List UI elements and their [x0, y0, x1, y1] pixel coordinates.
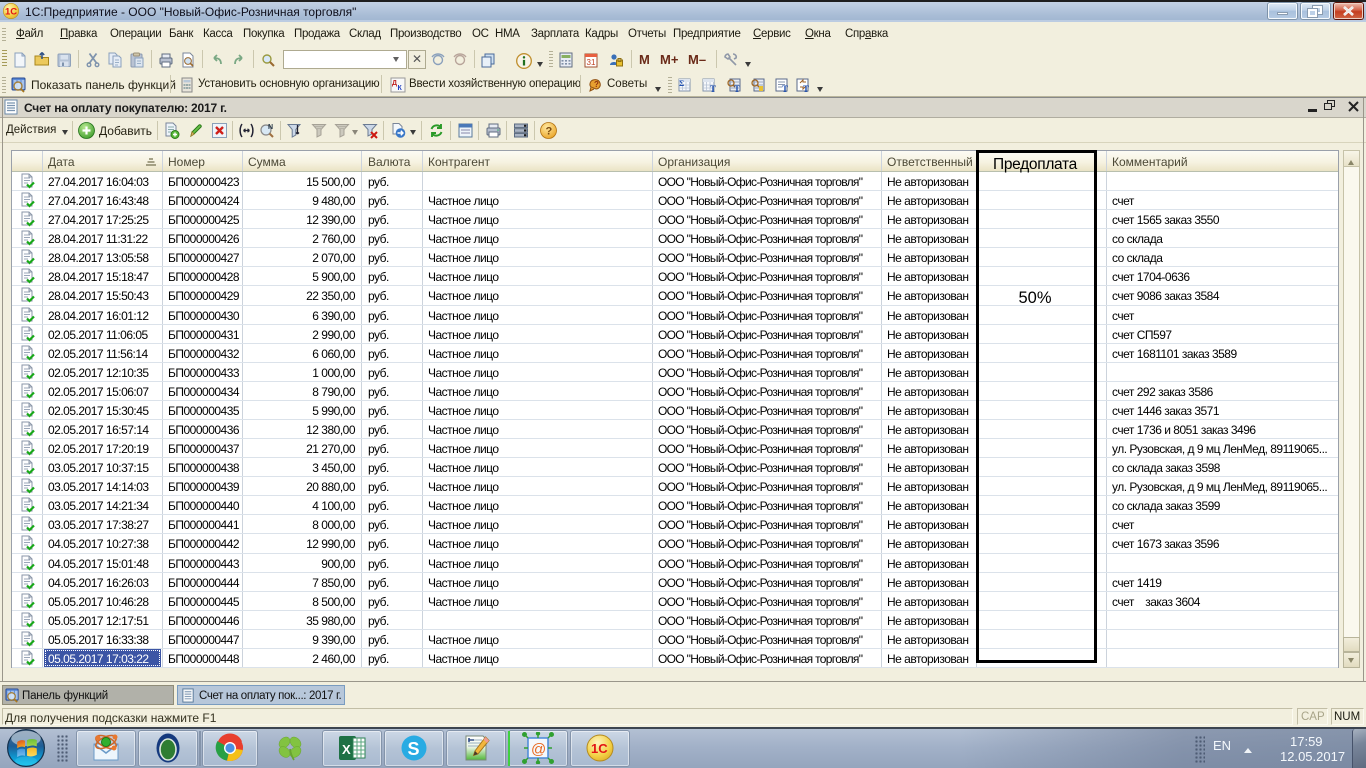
svg-text:?: ? — [546, 126, 553, 138]
svg-text:К: К — [398, 85, 403, 92]
svg-text:Σ: Σ — [679, 79, 684, 88]
svg-text:1С: 1С — [591, 741, 608, 756]
svg-text:?: ? — [594, 80, 599, 89]
svg-text:T: T — [782, 84, 788, 93]
svg-text:S: S — [408, 739, 420, 759]
svg-text:1С: 1С — [5, 7, 17, 18]
svg-text:T: T — [710, 84, 716, 93]
svg-text:T: T — [803, 84, 809, 93]
svg-text:@: @ — [531, 741, 546, 758]
svg-text:31: 31 — [587, 58, 596, 67]
svg-text:T: T — [734, 84, 740, 93]
svg-text:N: N — [268, 124, 273, 131]
svg-text:Д: Д — [392, 80, 397, 87]
svg-text:X: X — [342, 742, 351, 757]
